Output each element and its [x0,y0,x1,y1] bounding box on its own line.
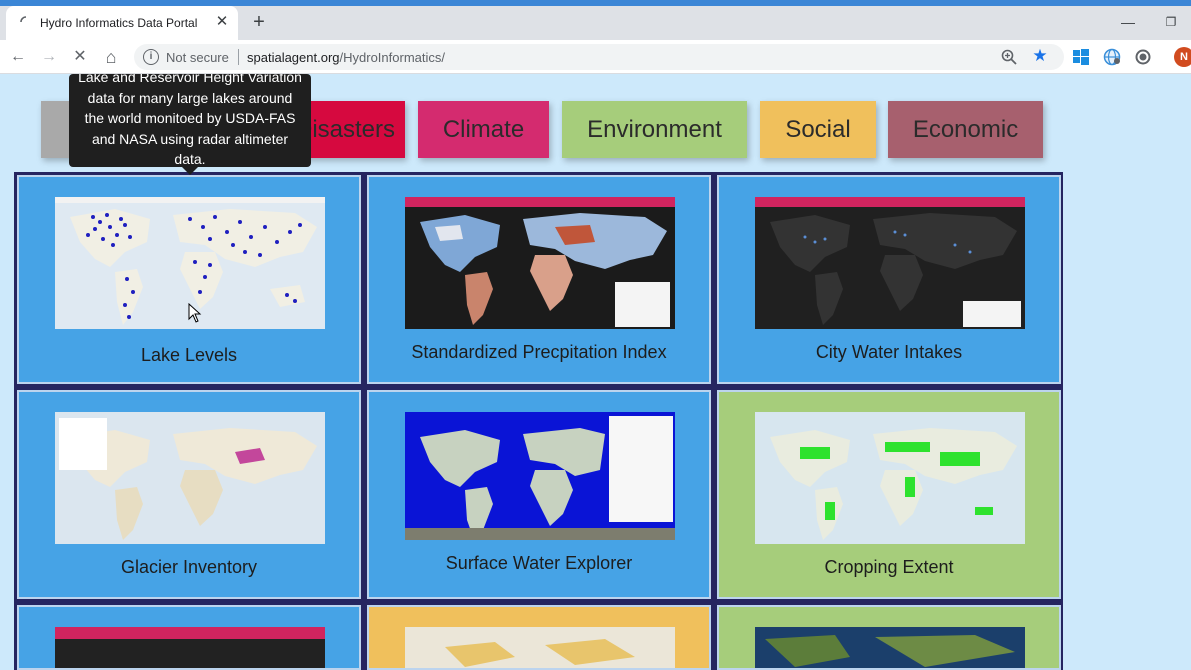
circle-extension-icon[interactable] [1134,48,1152,66]
city-water-intakes-map-thumbnail [755,197,1025,329]
app-card-row3-2[interactable] [367,605,711,670]
url-host: spatialagent.org [247,50,340,65]
app-card-title: Glacier Inventory [120,557,258,577]
browser-toolbar: ← → ✕ ⌂ i Not secure spatialagent.org/Hy… [0,40,1191,74]
category-environment-button[interactable]: Environment [562,101,747,158]
globe-extension-icon[interactable] [1103,48,1121,66]
restore-button[interactable]: ❐ [1160,12,1182,32]
app-card-title: Standardized Precpitation Index [411,342,667,362]
profile-avatar[interactable]: N [1174,47,1191,67]
minimize-button[interactable]: — [1117,12,1139,32]
category-social-button[interactable]: Social [760,101,876,158]
browser-tab[interactable]: Hydro Informatics Data Portal ✕ [6,6,238,40]
mouse-cursor-icon [188,303,202,323]
loading-spinner-icon [20,16,27,23]
spi-map-thumbnail [405,197,675,329]
url-divider [238,49,239,65]
zoom-icon[interactable] [1000,48,1018,66]
tab-strip: Hydro Informatics Data Portal ✕ + — ❐ [0,6,1191,40]
category-climate-button[interactable]: Climate [418,101,549,158]
category-economic-button[interactable]: Economic [888,101,1043,158]
app-card-spi[interactable]: Standardized Precpitation Index [367,175,711,384]
windows-extension-icon[interactable] [1072,48,1090,66]
url-path: /HydroInformatics/ [339,50,445,65]
surface-water-map-thumbnail [405,412,675,540]
info-icon[interactable]: i [143,49,159,65]
url-text[interactable]: spatialagent.org/HydroInformatics/ [247,50,445,65]
home-icon[interactable]: ⌂ [100,46,122,68]
forward-icon[interactable]: → [38,46,60,68]
app-card-title: Lake Levels [140,345,238,365]
new-tab-button[interactable]: + [248,11,270,33]
tooltip-text: Lake and Reservoir Height Variation data… [78,74,302,167]
address-bar[interactable]: i Not secure spatialagent.org/HydroInfor… [134,44,1064,70]
app-card-title: City Water Intakes [815,342,963,362]
app-card-city-water-intakes[interactable]: City Water Intakes [717,175,1061,384]
dark-map-thumbnail [55,627,325,668]
back-icon[interactable]: ← [7,46,29,68]
app-card-title: Surface Water Explorer [445,553,633,573]
app-card-glacier-inventory[interactable]: Glacier Inventory [17,390,361,599]
app-card-row3-3[interactable] [717,605,1061,670]
app-card-surface-water-explorer[interactable]: Surface Water Explorer [367,390,711,599]
app-card-cropping-extent[interactable]: Cropping Extent [717,390,1061,599]
cropping-extent-map-thumbnail [755,412,1025,544]
app-card-title: Cropping Extent [824,557,954,577]
app-card-lake-levels[interactable]: Lake Levels [17,175,361,384]
satellite-map-thumbnail [755,627,1025,668]
bookmark-star-icon[interactable]: ★ [1030,46,1050,66]
app-card-row3-1[interactable] [17,605,361,670]
tooltip-arrow [182,167,198,175]
lake-levels-tooltip: Lake and Reservoir Height Variation data… [69,74,311,167]
tab-title: Hydro Informatics Data Portal [40,16,198,30]
security-label[interactable]: Not secure [166,50,229,65]
stop-loading-icon[interactable]: ✕ [69,46,91,68]
light-map-thumbnail [405,627,675,668]
glacier-inventory-map-thumbnail [55,412,325,544]
tab-close-icon[interactable]: ✕ [213,13,231,31]
